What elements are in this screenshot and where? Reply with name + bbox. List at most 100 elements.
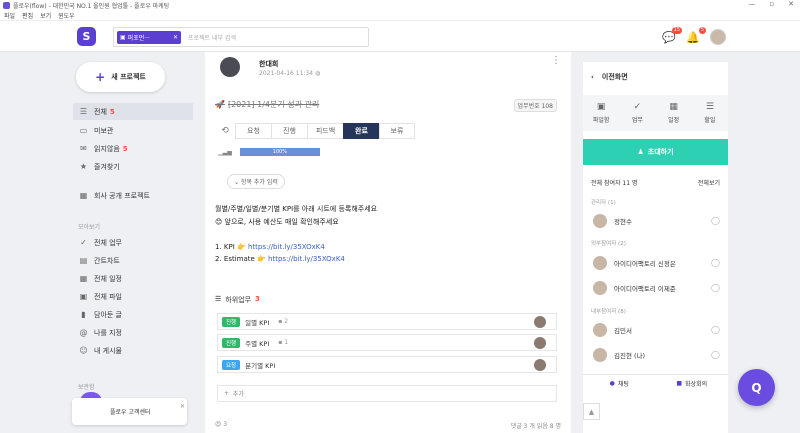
- back-button[interactable]: ‹ 이전화면: [591, 72, 628, 82]
- subtask-row[interactable]: 요청 분기별 KPI: [217, 356, 557, 373]
- new-project-button[interactable]: + 새 프로젝트: [76, 62, 165, 92]
- menu-file[interactable]: 파일: [4, 11, 15, 20]
- invite-button[interactable]: ♟ 초대하기: [583, 139, 728, 165]
- comment-count: ▪ 1: [278, 339, 289, 346]
- estimate-link[interactable]: https://bit.ly/35XOxK4: [268, 255, 345, 263]
- sidebar-item-label: 담아둔 글: [94, 310, 122, 319]
- help-close-icon[interactable]: ✕: [180, 403, 185, 410]
- todo-list-icon: ☰: [705, 102, 714, 112]
- view-all-link[interactable]: 전체보기: [698, 178, 720, 187]
- assignee-avatar[interactable]: [534, 359, 546, 371]
- status-done[interactable]: 완료: [343, 123, 379, 139]
- post-footer: 😍 3 댓글 3 개 읽음 8 명: [215, 421, 561, 430]
- member-avatar: [593, 323, 607, 337]
- author-avatar[interactable]: [220, 57, 240, 77]
- sidebar-item-gantt[interactable]: ▤ 간트차트: [73, 252, 193, 269]
- member-row[interactable]: 김민서 ◯: [593, 323, 720, 337]
- status-hold[interactable]: 보류: [379, 123, 415, 139]
- subtask-row[interactable]: 진행 일별 KPI ▪ 2: [217, 313, 557, 330]
- kpi-link[interactable]: https://bit.ly/35XOxK4: [248, 243, 325, 251]
- video-call-button[interactable]: ■ 화상회의: [656, 375, 729, 392]
- scroll-top-button[interactable]: ▲: [583, 403, 600, 420]
- subtask-row[interactable]: 진행 주별 KPI ▪ 1: [217, 334, 557, 351]
- subtask-status[interactable]: 진행: [222, 337, 241, 348]
- menu-view[interactable]: 보기: [40, 11, 51, 20]
- sidebar-item-label: 전체 업무: [94, 238, 122, 247]
- help-fab-button[interactable]: Q: [738, 369, 775, 406]
- subtask-status[interactable]: 요청: [222, 359, 241, 370]
- check-icon: ✓: [80, 238, 87, 247]
- sidebar-item-all-tasks[interactable]: ✓ 전체 업무: [73, 234, 193, 251]
- sidebar-item-all-files[interactable]: ▣ 전체 파일: [73, 288, 193, 305]
- project-filter-chip[interactable]: ▣ 퍼포먼··· ✕: [117, 30, 181, 44]
- refresh-icon[interactable]: ⟲: [215, 126, 235, 136]
- member-row[interactable]: 정현수 ◯: [593, 214, 720, 228]
- chat-bubble-icon[interactable]: ◯: [711, 283, 720, 292]
- chat-bubble-icon[interactable]: ◯: [711, 258, 720, 267]
- chat-icon[interactable]: 💬 15: [662, 27, 682, 44]
- subtask-name: 일별 KPI: [245, 318, 270, 327]
- calendar-icon: ▦: [79, 274, 88, 283]
- search-box[interactable]: ▣ 퍼포먼··· ✕ 프로젝트 내부 검색: [113, 27, 369, 47]
- progress-bar[interactable]: 100%: [239, 148, 320, 156]
- comment-count: ▪ 2: [278, 318, 289, 325]
- sidebar-item-label: 즐겨찾기: [94, 162, 120, 171]
- chip-close-icon[interactable]: ✕: [173, 34, 178, 41]
- sidebar-item-unarchived[interactable]: ▭ 미보관: [73, 122, 193, 139]
- status-request[interactable]: 요청: [235, 123, 271, 139]
- close-button[interactable]: ✕: [788, 0, 794, 8]
- bell-icon[interactable]: 🔔 5: [686, 27, 706, 44]
- sidebar-item-my-posts[interactable]: ☺ 내 게시물: [73, 342, 193, 359]
- sidebar-item-favorites[interactable]: ★ 즐겨찾기: [73, 158, 193, 175]
- member-avatar: [593, 348, 607, 362]
- sidebar-item-label: 전체 일정: [94, 274, 122, 283]
- sidebar-item-count: 5: [122, 144, 128, 153]
- flow-logo-icon[interactable]: S: [77, 27, 96, 46]
- check-icon: ✓: [633, 102, 642, 112]
- tab-files[interactable]: ▣ 파일함: [583, 95, 619, 131]
- body-line-2-text: 앞으로, 사용 예산도 매일 확인해주세요: [224, 217, 339, 226]
- reaction[interactable]: 😍 3: [215, 421, 227, 430]
- top-bar: S ▣ 퍼포먼··· ✕ 프로젝트 내부 검색 💬 15 🔔 5: [0, 21, 800, 52]
- minimize-button[interactable]: —: [748, 0, 755, 8]
- more-options-icon[interactable]: ⋮: [551, 56, 561, 66]
- assignee-avatar[interactable]: [534, 316, 546, 328]
- member-row[interactable]: 아이디어팩토리 신정은 ◯: [593, 256, 720, 270]
- subtask-status[interactable]: 진행: [222, 316, 241, 327]
- menu-window[interactable]: 윈도우: [58, 11, 75, 20]
- member-row[interactable]: 김진현 (나) ◯: [593, 348, 720, 362]
- add-person-icon: ♟: [637, 148, 644, 156]
- tab-todo[interactable]: ☰ 할일: [692, 95, 728, 131]
- sidebar-item-label: 회사 공개 프로젝트: [94, 191, 150, 200]
- chat-bubble-icon[interactable]: ◯: [711, 325, 720, 334]
- building-icon: ▦: [79, 191, 88, 200]
- chat-bubble-icon[interactable]: ◯: [711, 216, 720, 225]
- sidebar-item-mentions[interactable]: @ 나를 지정: [73, 324, 193, 341]
- sidebar-item-all-schedule[interactable]: ▦ 전체 일정: [73, 270, 193, 287]
- add-subtask-button[interactable]: + 추가: [217, 385, 557, 402]
- body-line-kpi: 1. KPI 👉 https://bit.ly/35XOxK4: [215, 241, 377, 254]
- tab-tasks[interactable]: ✓ 업무: [619, 95, 655, 131]
- chat-button[interactable]: ● 채팅: [583, 375, 656, 392]
- sidebar-item-all[interactable]: ☰ 전체 5: [73, 103, 193, 120]
- add-field-button[interactable]: ⌄ 항목 추가 입력: [227, 174, 285, 189]
- user-avatar[interactable]: [710, 29, 726, 45]
- status-progress[interactable]: 진행: [271, 123, 307, 139]
- project-chip-label: 퍼포먼···: [127, 34, 150, 42]
- member-row[interactable]: 아이디어팩토리 이제준 ◯: [593, 281, 720, 295]
- sidebar-item-unread[interactable]: ✉ 읽지않음 5: [73, 140, 193, 157]
- menu-edit[interactable]: 편집: [22, 11, 33, 20]
- sidebar-item-saved-posts[interactable]: ▮ 담아둔 글: [73, 306, 193, 323]
- tab-schedule[interactable]: ▦ 일정: [656, 95, 692, 131]
- subtask-name: 주별 KPI: [245, 339, 270, 348]
- status-feedback[interactable]: 피드백: [307, 123, 343, 139]
- sidebar-item-public-projects[interactable]: ▦ 회사 공개 프로젝트: [73, 187, 193, 204]
- member-name: 김민서: [614, 327, 632, 335]
- chat-bubble-icon[interactable]: ◯: [711, 350, 720, 359]
- search-input[interactable]: 프로젝트 내부 검색: [188, 33, 236, 42]
- assignee-avatar[interactable]: [534, 337, 546, 349]
- author-name[interactable]: 한대희: [259, 59, 278, 69]
- help-center-button[interactable]: 플로우 고객센터: [72, 398, 187, 425]
- maximize-button[interactable]: ▫: [769, 0, 774, 8]
- body-line-estimate: 2. Estimate 👉 https://bit.ly/35XOxK4: [215, 253, 377, 266]
